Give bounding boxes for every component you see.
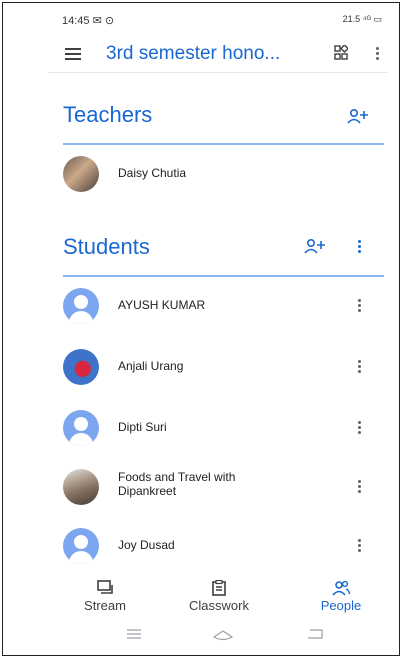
teachers-divider xyxy=(63,143,384,145)
status-time: 14:45 ✉ ⊙ xyxy=(62,15,115,27)
grid-view-icon[interactable] xyxy=(334,45,348,61)
menu-icon[interactable] xyxy=(65,48,81,60)
class-title: 3rd semester hono... xyxy=(106,43,281,64)
student-row[interactable]: Foods and Travel with Dipankreet xyxy=(63,467,388,507)
system-navigation xyxy=(48,624,388,650)
student-row[interactable]: Anjali Urang xyxy=(63,347,388,387)
students-options-icon[interactable] xyxy=(358,240,362,255)
student-options-icon[interactable] xyxy=(358,421,362,436)
student-name: AYUSH KUMAR xyxy=(118,298,206,312)
student-row[interactable]: AYUSH KUMAR xyxy=(63,286,388,326)
student-options-icon[interactable] xyxy=(358,539,362,554)
app-bar: 3rd semester hono... xyxy=(48,36,388,73)
student-row[interactable]: Joy Dusad xyxy=(63,526,388,566)
student-options-icon[interactable] xyxy=(358,480,362,495)
people-icon xyxy=(332,580,350,596)
students-divider xyxy=(63,275,384,277)
student-name: Joy Dusad xyxy=(118,538,175,552)
tab-classwork-label: Classwork xyxy=(189,598,249,613)
student-avatar xyxy=(63,528,99,564)
tab-people[interactable]: People xyxy=(296,580,386,613)
student-avatar xyxy=(63,349,99,385)
student-name: Foods and Travel with Dipankreet xyxy=(118,470,236,498)
teacher-row[interactable]: Daisy Chutia xyxy=(63,154,388,194)
add-student-icon[interactable] xyxy=(304,238,326,254)
recents-menu-icon[interactable] xyxy=(126,628,142,640)
students-heading: Students xyxy=(63,234,150,259)
status-bar: 14:45 ✉ ⊙ 21.5 ⁴ᴳ ▭ xyxy=(62,12,382,32)
bottom-navigation: Stream Classwork People xyxy=(48,580,388,624)
teachers-heading: Teachers xyxy=(63,102,153,127)
add-teacher-icon[interactable] xyxy=(347,108,369,124)
tab-people-label: People xyxy=(320,598,362,613)
home-icon[interactable] xyxy=(212,628,234,642)
student-avatar xyxy=(63,469,99,505)
student-name: Anjali Urang xyxy=(118,359,184,373)
student-avatar xyxy=(63,288,99,324)
status-indicators: 21.5 ⁴ᴳ ▭ xyxy=(342,14,382,24)
student-row[interactable]: Dipti Suri xyxy=(63,408,388,448)
tab-stream-label: Stream xyxy=(84,598,126,613)
tab-classwork[interactable]: Classwork xyxy=(174,580,264,613)
student-options-icon[interactable] xyxy=(358,299,362,314)
student-options-icon[interactable] xyxy=(358,360,362,375)
student-avatar xyxy=(63,410,99,446)
teacher-name: Daisy Chutia xyxy=(118,166,187,180)
more-options-icon[interactable] xyxy=(376,47,380,62)
stream-icon xyxy=(97,580,113,594)
tab-stream[interactable]: Stream xyxy=(60,580,150,613)
back-icon[interactable] xyxy=(306,628,324,640)
classwork-icon xyxy=(212,580,226,596)
student-name: Dipti Suri xyxy=(118,420,167,434)
teacher-avatar xyxy=(63,156,99,192)
